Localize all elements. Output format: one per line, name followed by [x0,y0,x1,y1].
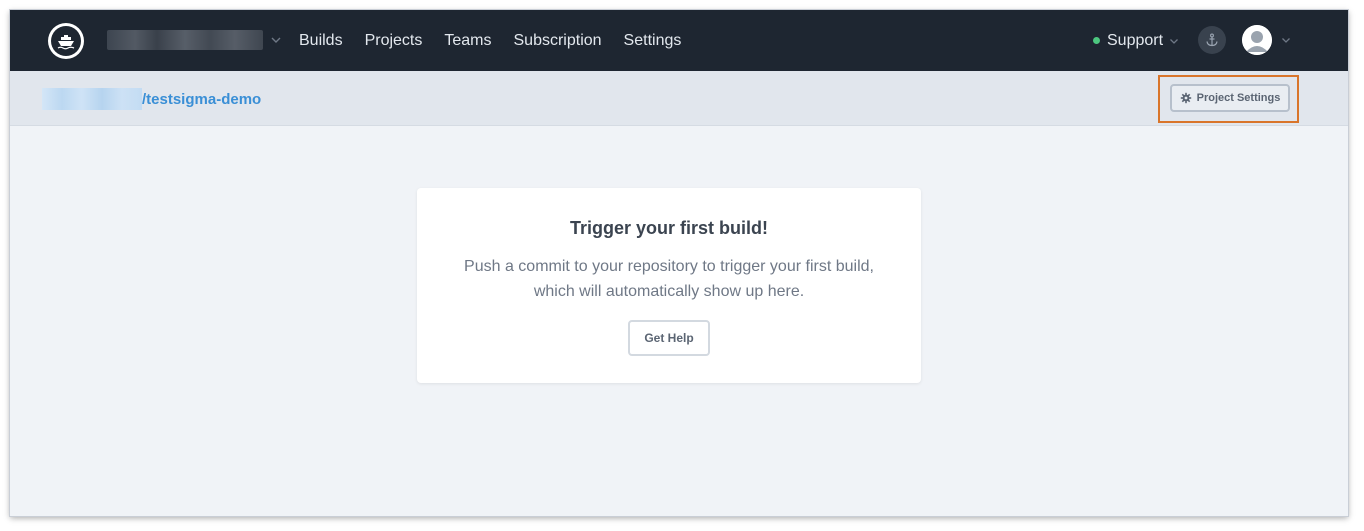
empty-state-text-line2: which will automatically show up here. [533,283,805,300]
nav-links: Builds Projects Teams Subscription Setti… [299,10,703,71]
nav-link-subscription[interactable]: Subscription [514,32,602,50]
user-avatar-icon[interactable] [1242,25,1272,55]
breadcrumb-repo-link[interactable]: /testsigma-demo [142,91,261,108]
nav-link-settings[interactable]: Settings [624,32,682,50]
anchor-icon [1206,33,1218,47]
owner-name-redacted[interactable] [42,88,142,110]
anchor-button[interactable] [1198,26,1226,54]
project-subheader: /testsigma-demo [10,71,1348,126]
gear-icon [1180,92,1191,104]
empty-state-text: Push a commit to your repository to trig… [417,254,921,304]
support-label: Support [1107,31,1164,49]
ship-icon [57,35,75,50]
breadcrumb: /testsigma-demo [42,88,261,110]
empty-state-card: Trigger your first build! Push a commit … [417,188,921,383]
support-status-dot [1093,37,1100,44]
logo-inner [51,26,81,56]
empty-state-title: Trigger your first build! [569,218,768,238]
empty-state-text-line1: Push a commit to your repository to trig… [464,258,874,275]
project-settings-label: Project Settings [1196,92,1281,104]
chevron-down-icon [271,37,281,43]
get-help-button[interactable]: Get Help [628,320,710,356]
org-name-redacted [107,30,263,50]
nav-link-teams[interactable]: Teams [444,32,491,50]
project-settings-button[interactable]: Project Settings [1170,84,1290,112]
support-menu[interactable]: Support [1093,10,1180,71]
app-window: Builds Projects Teams Subscription Setti… [10,10,1348,516]
top-navbar: Builds Projects Teams Subscription Setti… [10,10,1348,71]
chevron-down-icon[interactable] [1280,34,1292,46]
nav-link-builds[interactable]: Builds [299,32,343,50]
nav-link-projects[interactable]: Projects [365,32,423,50]
ship-logo-icon[interactable] [48,23,84,59]
avatar-silhouette [1242,25,1272,55]
chevron-down-icon [1170,38,1179,44]
org-switcher[interactable] [107,28,283,52]
